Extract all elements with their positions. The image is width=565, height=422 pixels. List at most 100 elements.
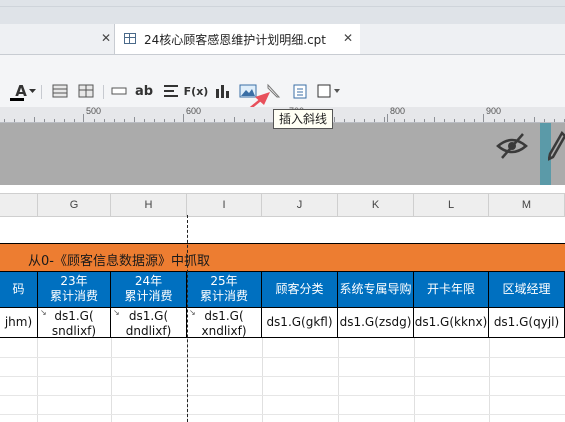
table-header-cell[interactable]: 25年 累计消费 [187,272,262,308]
ruler-minor-tick [354,119,355,122]
chevron-down-icon [333,89,340,93]
ruler-minor-tick [94,119,95,122]
insert-subreport-button[interactable] [289,80,311,102]
table-cell[interactable]: ↘ ds1.G(xndlixf) [187,308,262,338]
align-button[interactable] [160,80,182,102]
ruler-minor-tick [264,119,265,122]
cell-line: ds1.G( [204,309,244,323]
ruler-minor-tick [74,119,75,122]
tab-report-file[interactable]: 24核心顾客感恩维护计划明细.cpt ✕ [114,24,362,54]
table-cell[interactable]: ↘ ds1.G(dndlixf) [111,308,187,338]
header-line: 累计消费 [124,289,173,303]
grid-line [489,338,490,422]
column-header-g[interactable]: G [38,194,111,216]
data-source-banner-row[interactable]: 从0-《顾客信息数据源》中抓取 [0,243,565,272]
cell-line: dndlixf) [125,324,172,338]
grid-line [262,338,263,422]
ruler-minor-tick [24,119,25,122]
table-cell[interactable]: ↘ ds1.G(sndlixf) [38,308,111,338]
ruler-minor-tick [364,119,365,122]
insert-field-button[interactable] [108,80,130,102]
insert-text-button[interactable]: ab [133,80,155,102]
ruler-minor-tick [244,119,245,122]
table-cell[interactable]: ds1.G(kknx) [414,308,489,338]
ruler-minor-tick [444,119,445,122]
column-header-k[interactable]: K [338,194,414,216]
column-header-m[interactable]: M [489,194,565,216]
ruler-minor-tick [454,119,455,122]
banner-text: 从0-《顾客信息数据源》中抓取 [28,254,210,269]
ruler-minor-tick [464,119,465,122]
tab-close-icon[interactable]: ✕ [343,31,353,45]
pencil-icon[interactable] [548,131,565,163]
table-header-cell[interactable]: 24年 累计消费 [111,272,187,308]
column-header-i[interactable]: I [187,194,262,216]
split-cells-button[interactable] [75,80,97,102]
window-top-strip [0,0,565,25]
ruler-minor-tick [334,117,335,122]
column-header-h[interactable]: H [111,194,187,216]
ruler-label: 900 [486,106,502,116]
ruler-minor-tick [154,119,155,122]
column-header-row: GHIJKLM [0,193,565,217]
cell-line: xndlixf) [201,324,247,338]
table-header-cell[interactable]: 顾客分类 [262,272,338,308]
table-header-cell[interactable]: 区域经理 [489,272,565,308]
ruler-minor-tick [134,117,135,122]
insert-formula-button[interactable]: F(x) [183,80,209,102]
expand-direction-icon: ↘ [189,308,196,317]
ruler-minor-tick [344,119,345,122]
ruler-minor-tick [164,119,165,122]
eye-hidden-icon[interactable] [495,131,529,161]
ruler-minor-tick [434,117,435,122]
ruler-minor-tick [224,119,225,122]
cell-line: ds1.G( [128,309,169,323]
report-header-band [0,123,565,185]
header-line: 累计消费 [199,289,248,303]
ruler-minor-tick [514,119,515,122]
header-line: 25年 [210,274,238,288]
table-header-cell[interactable]: 系统专属导购 [338,272,414,308]
grid-line [414,338,415,422]
cell-line: ds1.G( [54,309,94,323]
merge-cells-button[interactable] [49,80,71,102]
ruler-major-tick [387,114,388,122]
ruler-minor-tick [174,119,175,122]
tab-close-icon[interactable]: ✕ [101,31,111,45]
align-left-icon [164,85,178,97]
ruler-minor-tick [114,119,115,122]
table-cell[interactable]: ds1.G(gkfl) [262,308,338,338]
ruler-minor-tick [474,119,475,122]
ruler-minor-tick [504,119,505,122]
header-line: 累计消费 [49,289,98,303]
ruler-minor-tick [494,119,495,122]
ruler-major-tick [483,114,484,122]
column-header-j[interactable]: J [262,194,338,216]
border-button[interactable] [314,80,342,102]
table-header-cell[interactable]: 开卡年限 [414,272,489,308]
ruler-minor-tick [34,117,35,122]
grid-line [37,338,38,422]
ruler-minor-tick [44,119,45,122]
table-cell[interactable]: jhm) [0,308,38,338]
table-cell[interactable]: ds1.G(qyjl) [489,308,565,338]
column-header[interactable] [0,194,38,216]
grid-line [0,414,565,415]
expand-direction-icon: ↘ [40,308,47,317]
font-color-button[interactable]: A [4,80,38,102]
subreport-icon [293,84,307,98]
ruler-minor-tick [394,119,395,122]
column-header-l[interactable]: L [414,194,489,216]
ruler-minor-tick [234,117,235,122]
tab-label: 24核心顾客感恩维护计划明细.cpt [144,33,327,47]
ruler-minor-tick [414,119,415,122]
table-header-cell[interactable]: 码 [0,272,38,308]
table-header-cell[interactable]: 23年 累计消费 [38,272,111,308]
table-cell[interactable]: ds1.G(zsdg) [338,308,414,338]
formula-icon: F(x) [183,84,209,98]
grid-line [0,395,565,396]
ruler-minor-tick [64,119,65,122]
expand-direction-icon: ↘ [113,308,120,317]
border-icon [317,84,330,98]
ruler-minor-tick [424,119,425,122]
